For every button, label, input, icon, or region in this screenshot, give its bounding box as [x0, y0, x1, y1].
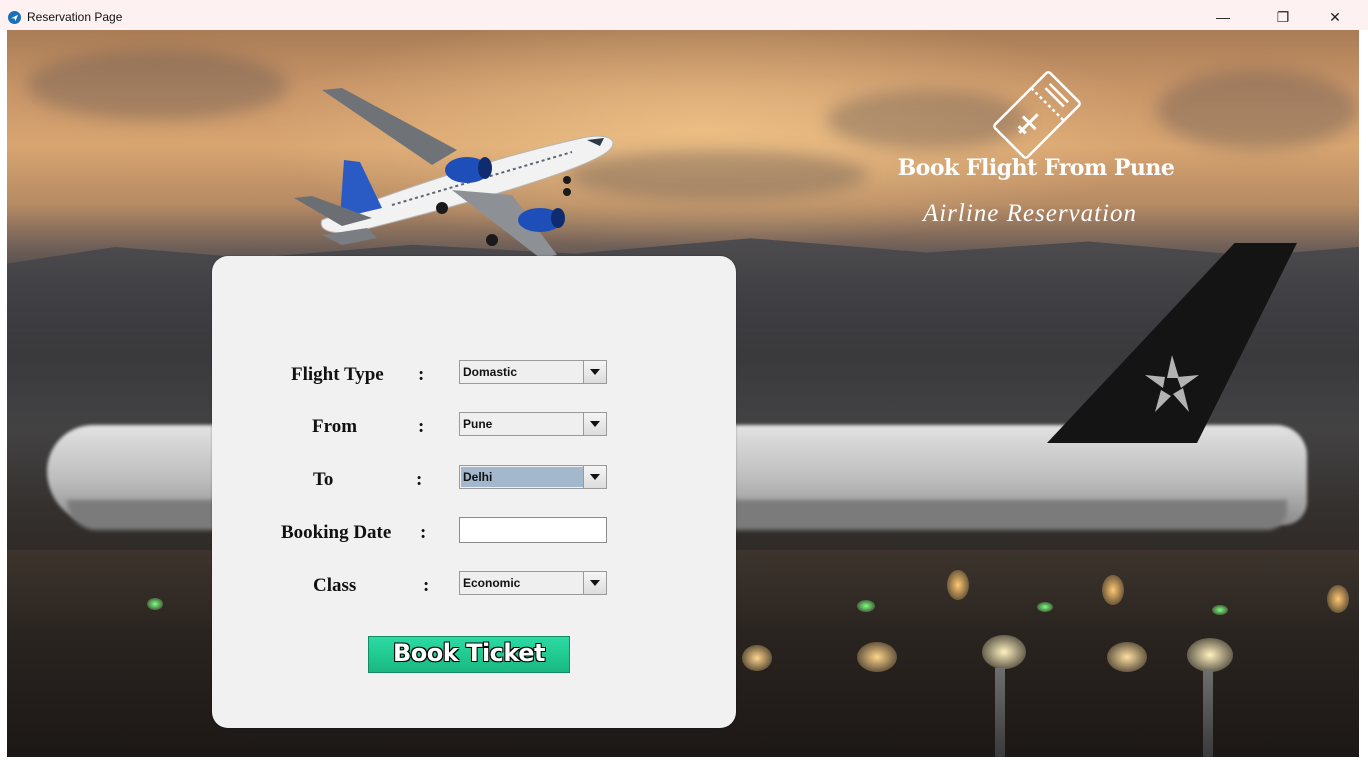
- to-value: Delhi: [463, 470, 493, 484]
- colon: :: [416, 469, 423, 490]
- green-runway-light: [1037, 602, 1053, 612]
- amber-runway-light: [1187, 638, 1233, 672]
- to-dropdown-button[interactable]: [583, 466, 606, 488]
- amber-runway-light: [857, 642, 897, 672]
- chevron-down-icon: [590, 421, 600, 427]
- amber-runway-light: [1102, 575, 1124, 605]
- lamp-post: [1203, 670, 1213, 757]
- title-bar: Reservation Page — ❐ ✕: [0, 0, 1368, 30]
- colon: :: [418, 416, 425, 437]
- colon: :: [423, 575, 430, 596]
- restore-button[interactable]: ❐: [1260, 4, 1306, 30]
- flight-type-select[interactable]: Domastic: [459, 360, 607, 384]
- lamp-post: [995, 668, 1005, 757]
- book-ticket-button[interactable]: Book Ticket: [368, 636, 570, 673]
- from-value: Pune: [463, 417, 493, 431]
- chevron-down-icon: [590, 474, 600, 480]
- cloud: [27, 50, 287, 120]
- reservation-window: Reservation Page — ❐ ✕ CE: [0, 0, 1368, 762]
- flight-type-label: Flight Type: [291, 364, 384, 385]
- class-dropdown-button[interactable]: [583, 572, 606, 594]
- chevron-down-icon: [590, 369, 600, 375]
- app-plane-icon: [8, 11, 21, 24]
- from-select[interactable]: Pune: [459, 412, 607, 436]
- from-label: From: [312, 416, 358, 437]
- window-title: Reservation Page: [27, 10, 123, 24]
- plane-ticket-icon: [993, 71, 1081, 159]
- amber-runway-light: [1107, 642, 1147, 672]
- star-alliance-logo-icon: [1145, 355, 1199, 412]
- booking-date-label: Booking Date: [281, 522, 392, 543]
- class-value: Economic: [463, 576, 521, 590]
- amber-runway-light: [742, 645, 772, 671]
- cloud: [1157, 70, 1357, 150]
- close-button[interactable]: ✕: [1312, 4, 1358, 30]
- amber-runway-light: [947, 570, 969, 600]
- amber-runway-light: [982, 635, 1026, 669]
- flying-airplane-image: [294, 88, 614, 258]
- colon: :: [418, 364, 425, 385]
- green-runway-light: [857, 600, 875, 612]
- booking-date-input[interactable]: [459, 517, 607, 543]
- chevron-down-icon: [590, 580, 600, 586]
- to-label: To: [313, 469, 334, 490]
- brand-subtitle: Airline Reservation: [922, 200, 1138, 227]
- class-select[interactable]: Economic: [459, 571, 607, 595]
- amber-runway-light: [1327, 585, 1349, 613]
- brand-title: Book Flight From Pune: [897, 155, 1175, 181]
- to-select[interactable]: Delhi: [459, 465, 607, 489]
- from-dropdown-button[interactable]: [583, 413, 606, 435]
- class-label: Class: [313, 575, 357, 596]
- colon: :: [420, 522, 427, 543]
- minimize-button[interactable]: —: [1200, 4, 1246, 30]
- flight-type-dropdown-button[interactable]: [583, 361, 606, 383]
- green-runway-light: [147, 598, 163, 610]
- flight-type-value: Domastic: [463, 365, 518, 379]
- green-runway-light: [1212, 605, 1228, 615]
